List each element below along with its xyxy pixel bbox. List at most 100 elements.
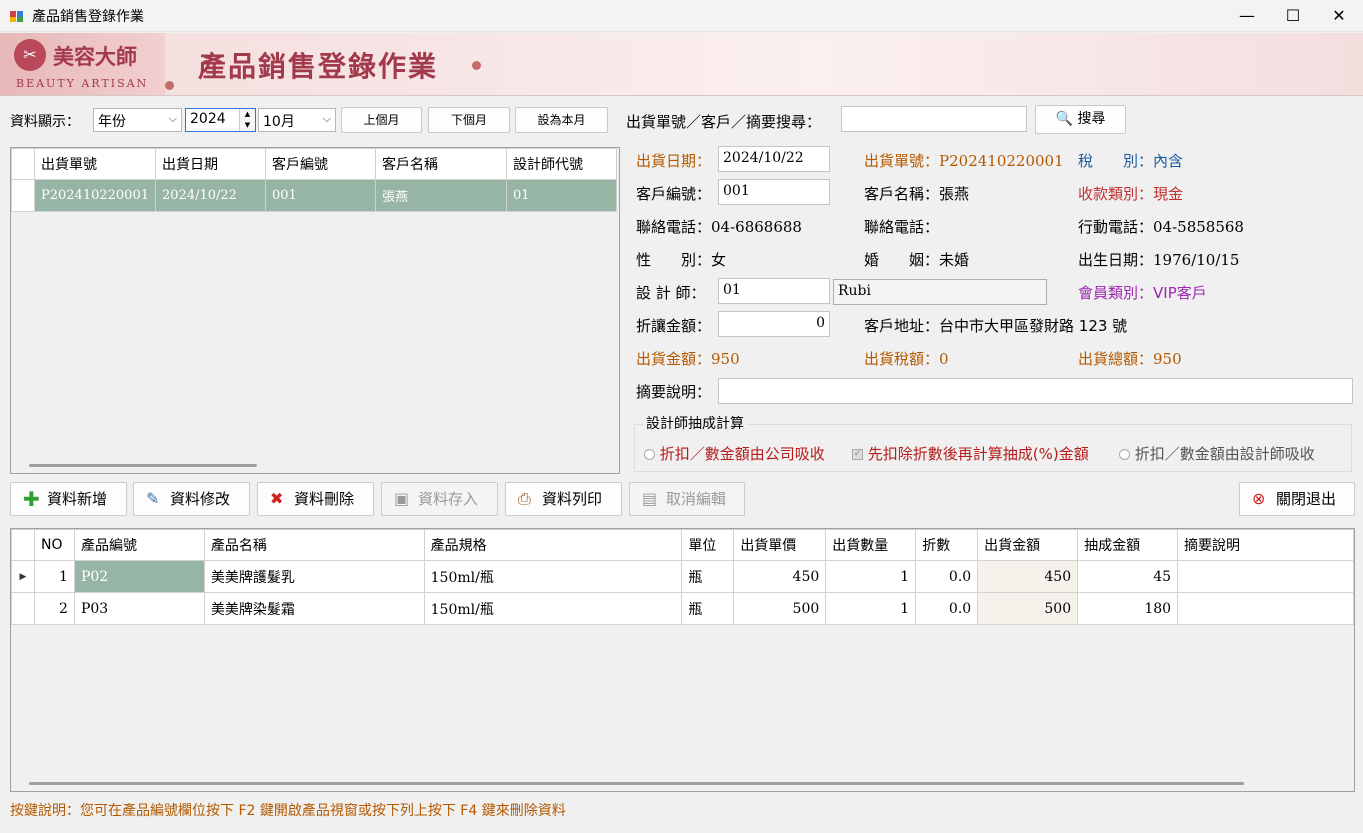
cell-discount-rate[interactable]: 0.0 [915, 592, 979, 625]
period-type-select[interactable]: 年份 ⌵ [93, 108, 182, 132]
cell-ship-no[interactable]: P202410220001 [34, 179, 156, 212]
cell-commission[interactable]: 180 [1077, 592, 1179, 625]
banner-title: 產品銷售登錄作業 [198, 50, 439, 83]
radio-icon[interactable] [1119, 449, 1130, 460]
app-icon [10, 9, 24, 23]
prev-month-button[interactable]: 上個月 [341, 107, 422, 133]
month-select[interactable]: 10月 ⌵ [258, 108, 336, 132]
designer-label: 設 計 師： [636, 284, 706, 302]
exit-button[interactable]: ⊗ 關閉退出 [1239, 482, 1355, 516]
cancel-edit-button[interactable]: ▤ 取消編輯 [629, 482, 745, 516]
search-label: 出貨單號／客戶／摘要搜尋： [626, 113, 822, 131]
cell-commission[interactable]: 45 [1077, 560, 1179, 593]
cell-ship-date[interactable]: 2024/10/22 [155, 179, 266, 212]
cell-memo[interactable] [1177, 592, 1354, 625]
next-month-button[interactable]: 下個月 [428, 107, 510, 133]
cell-designer-code[interactable]: 01 [506, 179, 617, 212]
cell-product-spec[interactable]: 150ml/瓶 [423, 592, 683, 625]
col-designer-code[interactable]: 設計師代號 [506, 148, 617, 180]
col-cust-name[interactable]: 客戶名稱 [375, 148, 507, 180]
col-product-spec[interactable]: 產品規格 [423, 529, 683, 561]
cell-memo[interactable] [1177, 560, 1354, 593]
logo-text: 美容大師 [53, 44, 137, 69]
cell-product-code[interactable]: P02 [73, 560, 205, 593]
items-grid[interactable]: NO 產品編號 產品名稱 產品規格 單位 出貨單價 出貨數量 折數 出貨金額 抽… [10, 528, 1355, 792]
cell-cust-name[interactable]: 張燕 [375, 179, 507, 212]
commission-option-deduct-first[interactable]: ✓ 先扣除折數後再計算抽成(%)金額 [852, 443, 1089, 464]
row-header-corner [11, 148, 35, 180]
cell-unit-price[interactable]: 500 [733, 592, 827, 625]
table-row[interactable]: ▶ 1 P02 美美牌護髮乳 150ml/瓶 瓶 450 1 0.0 450 4… [11, 560, 1354, 593]
col-product-name[interactable]: 產品名稱 [203, 529, 425, 561]
row-selector-icon[interactable]: ▶ [11, 560, 35, 593]
member-value: VIP客戶 [1153, 284, 1207, 302]
col-memo[interactable]: 摘要說明 [1177, 529, 1354, 561]
commission-option-company[interactable]: 折扣／數金額由公司吸收 [644, 443, 825, 464]
cell-product-spec[interactable]: 150ml/瓶 [423, 560, 683, 593]
gender-label: 性 別：女 [636, 251, 727, 269]
radio-icon[interactable] [644, 449, 655, 460]
col-ship-no[interactable]: 出貨單號 [34, 148, 156, 180]
set-current-month-button[interactable]: 設為本月 [515, 107, 608, 133]
col-quantity[interactable]: 出貨數量 [825, 529, 917, 561]
amount-label: 出貨金額：950 [636, 350, 740, 368]
col-unit-price[interactable]: 出貨單價 [733, 529, 827, 561]
delete-button[interactable]: ✖ 資料刪除 [257, 482, 374, 516]
tax-label: 稅 別：內含 [1078, 152, 1184, 170]
cell-quantity[interactable]: 1 [825, 592, 917, 625]
order-list-grid[interactable]: 出貨單號 出貨日期 客戶編號 客戶名稱 設計師代號 ▶ P20241022000… [10, 147, 620, 474]
edit-button[interactable]: ✎ 資料修改 [133, 482, 250, 516]
maximize-button[interactable]: ☐ [1270, 0, 1316, 32]
cell-product-name[interactable]: 美美牌染髮霜 [203, 592, 425, 625]
period-type-value: 年份 [98, 114, 126, 130]
col-discount-rate[interactable]: 折數 [915, 529, 979, 561]
ship-date-field[interactable]: 2024/10/22 [718, 146, 830, 172]
designer-code-field[interactable]: 01 [718, 278, 830, 304]
col-no[interactable]: NO [33, 529, 75, 561]
printer-icon: ⎙ [518, 489, 531, 508]
display-label: 資料顯示： [10, 114, 80, 130]
order-list-table: 出貨單號 出貨日期 客戶編號 客戶名稱 設計師代號 ▶ P20241022000… [11, 148, 617, 212]
row-selector-icon[interactable]: ▶ [11, 179, 35, 212]
col-ship-date[interactable]: 出貨日期 [155, 148, 266, 180]
items-table: NO 產品編號 產品名稱 產品規格 單位 出貨單價 出貨數量 折數 出貨金額 抽… [11, 529, 1354, 625]
search-input[interactable] [841, 106, 1027, 132]
row-selector[interactable] [11, 592, 35, 625]
print-button[interactable]: ⎙ 資料列印 [505, 482, 622, 516]
cell-product-name[interactable]: 美美牌護髮乳 [203, 560, 425, 593]
spinner-arrows-icon[interactable]: ▲ ▼ [239, 109, 255, 131]
mobile-label: 行動電話：04-5858568 [1078, 218, 1244, 236]
table-row[interactable]: ▶ P202410220001 2024/10/22 001 張燕 01 [11, 179, 617, 212]
discount-field[interactable]: 0 [718, 311, 830, 337]
col-product-code[interactable]: 產品編號 [73, 529, 205, 561]
cell-discount-rate[interactable]: 0.0 [915, 560, 979, 593]
cell-quantity[interactable]: 1 [825, 560, 917, 593]
cell-unit[interactable]: 瓶 [681, 592, 735, 625]
col-commission[interactable]: 抽成金額 [1077, 529, 1179, 561]
year-spinner[interactable]: 2024 ▲ ▼ [185, 108, 256, 132]
checkbox-icon[interactable]: ✓ [852, 449, 863, 460]
horizontal-scrollbar[interactable] [29, 464, 257, 467]
cell-unit-price[interactable]: 450 [733, 560, 827, 593]
col-cust-no[interactable]: 客戶編號 [265, 148, 376, 180]
cell-unit[interactable]: 瓶 [681, 560, 735, 593]
add-button[interactable]: ✚ 資料新增 [10, 482, 127, 516]
horizontal-scrollbar[interactable] [29, 782, 1244, 785]
phone1-label: 聯絡電話：04-6868688 [636, 218, 802, 236]
col-unit[interactable]: 單位 [681, 529, 735, 561]
close-button[interactable]: ✕ [1316, 0, 1362, 32]
col-amount[interactable]: 出貨金額 [977, 529, 1079, 561]
memo-field[interactable] [718, 378, 1353, 404]
minimize-button[interactable]: — [1224, 0, 1270, 32]
table-row[interactable]: 2 P03 美美牌染髮霜 150ml/瓶 瓶 500 1 0.0 500 180 [11, 592, 1354, 625]
cust-name-value: 張燕 [939, 185, 970, 203]
search-button[interactable]: 🔍 搜尋 [1035, 105, 1126, 134]
cell-no[interactable]: 2 [33, 592, 75, 625]
cell-no[interactable]: 1 [33, 560, 75, 593]
commission-option-designer[interactable]: 折扣／數金額由設計師吸收 [1119, 443, 1315, 464]
cell-product-code[interactable]: P03 [73, 592, 205, 625]
cust-no-field[interactable]: 001 [718, 179, 830, 205]
save-button[interactable]: ▣ 資料存入 [381, 482, 498, 516]
cell-cust-no[interactable]: 001 [265, 179, 376, 212]
scissors-icon: ✂ [14, 39, 46, 71]
